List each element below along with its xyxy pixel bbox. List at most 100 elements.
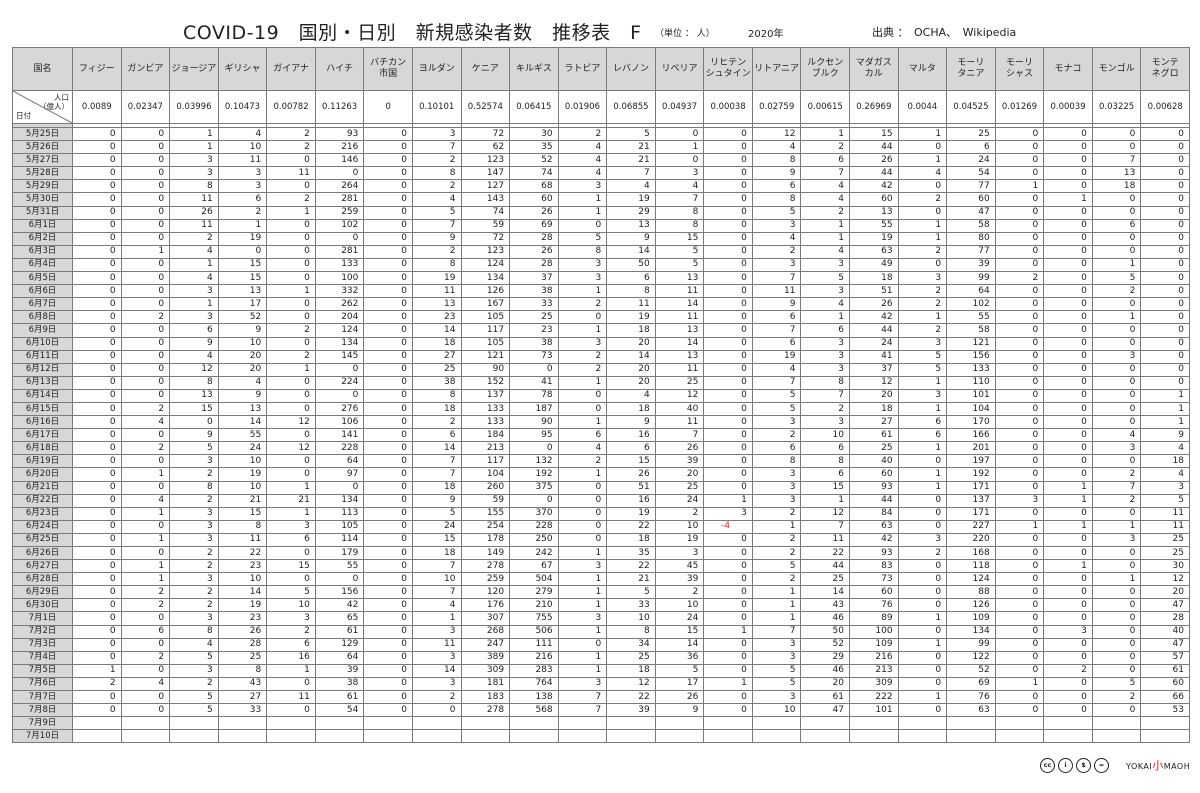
value-cell: 24: [411, 519, 462, 534]
cc-license-icon: cc: [1040, 757, 1055, 773]
value-cell: 20: [800, 676, 850, 692]
value-cell: 6: [606, 441, 656, 456]
value-cell: 0: [1091, 663, 1142, 678]
value-cell: 16: [606, 493, 656, 508]
value-cell: 0: [703, 166, 753, 181]
value-cell: 0: [72, 441, 122, 456]
value-cell: 0: [1043, 323, 1093, 338]
value-cell: 33: [606, 598, 656, 613]
value-cell: 6: [169, 323, 219, 338]
value-cell: 0: [266, 401, 316, 417]
value-cell: 0: [994, 598, 1045, 613]
value-cell: 0: [72, 545, 122, 561]
value-cell: 0: [994, 140, 1045, 155]
value-cell: 7: [654, 192, 705, 207]
value-cell: 0: [120, 297, 171, 312]
value-cell: 0: [120, 611, 171, 626]
value-cell: 0: [72, 179, 122, 194]
population-cell: 0.00039: [1043, 90, 1093, 124]
value-cell: 45: [654, 559, 705, 574]
value-cell: 0: [994, 637, 1045, 652]
value-cell: 0: [1043, 703, 1093, 718]
value-cell: 0: [703, 401, 753, 417]
value-cell: 90: [509, 415, 559, 430]
value-cell: 0: [363, 231, 413, 246]
value-cell: 0: [120, 454, 171, 469]
value-cell: 370: [509, 506, 559, 521]
value-cell: 0: [363, 297, 413, 312]
value-cell: [557, 729, 608, 744]
value-cell: 0: [72, 362, 122, 377]
value-cell: 281: [314, 192, 365, 207]
table-row: 6月6日 0 0 3 13 1 332 0 11 126 38 1 8 11 0 11 3 51 2 64 0 0 2 0: [12, 284, 1190, 299]
value-cell: 0: [363, 349, 413, 364]
value-cell: 259: [460, 572, 511, 587]
value-cell: 18: [411, 336, 462, 351]
value-cell: 5: [897, 362, 948, 377]
value-cell: 2: [800, 140, 850, 155]
value-cell: 42: [849, 179, 899, 194]
value-cell: 2: [897, 323, 948, 338]
value-cell: 6: [751, 441, 802, 456]
value-cell: 7: [800, 166, 850, 181]
value-cell: 0: [703, 650, 753, 665]
value-cell: 133: [946, 362, 996, 377]
value-cell: 9: [1140, 428, 1190, 443]
value-cell: 0: [266, 375, 316, 390]
value-cell: 309: [849, 676, 899, 692]
value-cell: 0: [363, 624, 413, 639]
value-cell: 44: [849, 140, 899, 155]
value-cell: 216: [849, 650, 899, 665]
value-cell: 90: [460, 362, 511, 377]
table-row: 6月25日 0 1 3 11 6 114 0 15 178 250 0 18 19 0 2 11 42 3 220 0 0…: [12, 532, 1190, 548]
population-cell: 0.04937: [654, 90, 705, 124]
value-cell: 1: [557, 650, 608, 665]
value-cell: 27: [217, 690, 268, 705]
value-cell: 10: [266, 598, 316, 613]
value-cell: 11: [800, 532, 850, 548]
value-cell: 9: [751, 297, 802, 312]
value-cell: 7: [751, 375, 802, 390]
value-cell: 0: [72, 140, 122, 155]
value-cell: 0: [994, 257, 1045, 273]
value-cell: 3: [169, 519, 219, 534]
value-cell: [72, 729, 122, 744]
value-cell: 10: [654, 598, 705, 613]
value-cell: 27: [849, 415, 899, 430]
value-cell: 504: [509, 572, 559, 587]
value-cell: 0: [363, 637, 413, 652]
value-cell: 15: [800, 480, 850, 495]
value-cell: [654, 729, 705, 744]
table-row: 5月26日 0 0 1 10 2 216 0 7 62 35 4 21 1 0 4 2 44 0 6 0 0 0 0: [12, 140, 1190, 155]
value-cell: 138: [509, 690, 559, 705]
value-cell: 3: [169, 310, 219, 325]
value-cell: 11: [169, 192, 219, 207]
value-cell: [800, 729, 850, 744]
country-header: モーリ タニア: [946, 47, 996, 91]
value-cell: [217, 729, 268, 744]
table-row: 7月9日: [12, 716, 1190, 731]
value-cell: 28: [509, 231, 559, 246]
value-cell: 74: [509, 166, 559, 181]
value-cell: 51: [606, 480, 656, 495]
date-cell: 5月26日: [12, 140, 73, 155]
value-cell: 60: [849, 192, 899, 207]
value-cell: 3: [169, 611, 219, 626]
value-cell: 5: [169, 441, 219, 456]
value-cell: 14: [411, 323, 462, 338]
value-cell: 1: [557, 192, 608, 207]
value-cell: [411, 729, 462, 744]
date-cell: 6月6日: [12, 284, 73, 299]
value-cell: 6: [606, 271, 656, 286]
value-cell: 47: [800, 703, 850, 718]
value-cell: 18: [411, 480, 462, 495]
value-cell: 7: [654, 428, 705, 443]
value-cell: 38: [509, 336, 559, 351]
value-cell: 0: [1140, 179, 1190, 194]
value-cell: [751, 729, 802, 744]
value-cell: 5: [169, 690, 219, 705]
value-cell: 101: [946, 388, 996, 403]
value-cell: 99: [946, 637, 996, 652]
value-cell: 332: [314, 284, 365, 299]
value-cell: 8: [411, 257, 462, 273]
